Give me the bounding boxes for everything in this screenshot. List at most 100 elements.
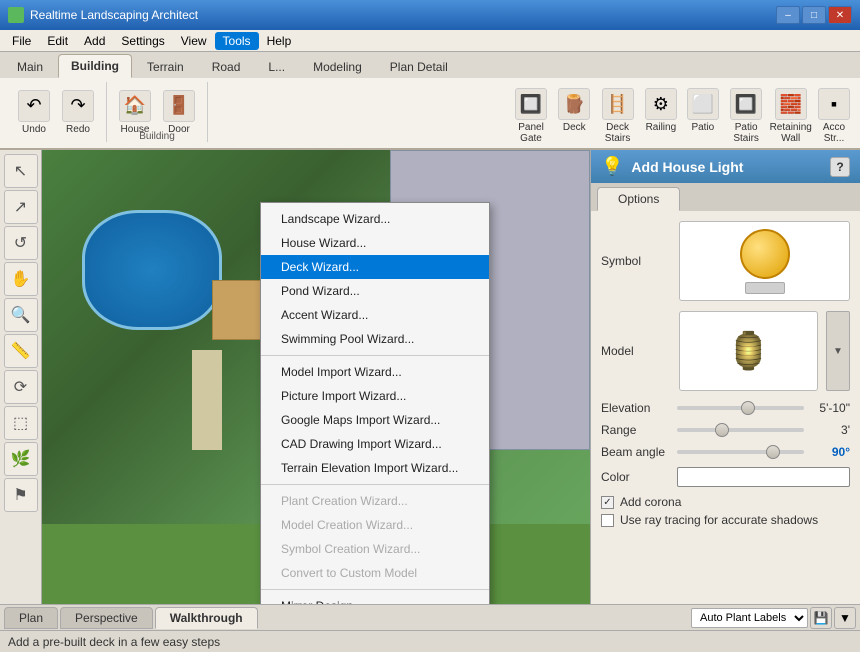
ray-tracing-checkbox[interactable] bbox=[601, 514, 614, 527]
add-corona-label: Add corona bbox=[620, 495, 681, 509]
patio-label: Patio bbox=[691, 122, 714, 133]
ray-tracing-row: Use ray tracing for accurate shadows bbox=[601, 513, 850, 527]
menu-convert-custom-model: Convert to Custom Model bbox=[261, 561, 489, 585]
menu-deck-wizard[interactable]: Deck Wizard... bbox=[261, 255, 489, 279]
range-slider[interactable] bbox=[677, 428, 804, 432]
auto-plant-labels-select[interactable]: Auto Plant Labels Manual Labels No Label… bbox=[691, 608, 808, 628]
ribbon-undo-button[interactable]: ↶ Undo bbox=[14, 88, 54, 137]
ribbon-door-button[interactable]: 🚪 Door bbox=[159, 88, 199, 137]
panel-tabs: Options bbox=[591, 183, 860, 211]
patio-stairs-label: Patio Stairs bbox=[729, 122, 764, 144]
menu-tools[interactable]: Tools bbox=[215, 32, 259, 50]
menu-house-wizard[interactable]: House Wizard... bbox=[261, 231, 489, 255]
panel-help-button[interactable]: ? bbox=[830, 157, 850, 177]
deck-label: Deck bbox=[563, 122, 586, 133]
model-preview[interactable]: 🏮 bbox=[679, 311, 818, 391]
ribbon-items-deck: 🔲 Panel Gate 🪵 Deck 🪜 Deck Stairs ⚙ Rail… bbox=[510, 82, 854, 146]
titlebar: Realtime Landscaping Architect – □ ✕ bbox=[0, 0, 860, 30]
range-thumb[interactable] bbox=[715, 423, 729, 437]
ribbon-house-button[interactable]: 🏠 House bbox=[115, 88, 155, 137]
measure-tool-button[interactable]: 📏 bbox=[4, 334, 38, 368]
beam-angle-slider[interactable] bbox=[677, 450, 804, 454]
settings-small-button[interactable]: ▼ bbox=[834, 607, 856, 629]
undo-icon: ↶ bbox=[18, 90, 50, 122]
ribbon-redo-button[interactable]: ↷ Redo bbox=[58, 88, 98, 137]
tab-perspective[interactable]: Perspective bbox=[60, 607, 153, 629]
plant-tool-button[interactable]: 🌿 bbox=[4, 442, 38, 476]
menu-landscape-wizard[interactable]: Landscape Wizard... bbox=[261, 207, 489, 231]
ribbon-retaining-wall-button[interactable]: 🧱 Retaining Wall bbox=[769, 86, 812, 146]
app-icon bbox=[8, 7, 24, 23]
select-tool-button[interactable]: ↖ bbox=[4, 154, 38, 188]
tab-terrain[interactable]: Terrain bbox=[134, 55, 197, 78]
range-slider-row: Range 3' bbox=[601, 423, 850, 437]
hand-tool-button[interactable]: ✋ bbox=[4, 262, 38, 296]
range-label: Range bbox=[601, 423, 671, 437]
symbol-preview[interactable] bbox=[679, 221, 850, 301]
export-button[interactable]: 💾 bbox=[810, 607, 832, 629]
color-row: Color bbox=[601, 467, 850, 487]
menu-cad-drawing-wizard[interactable]: CAD Drawing Import Wizard... bbox=[261, 432, 489, 456]
flag-tool-button[interactable]: ⚑ bbox=[4, 478, 38, 512]
tab-modeling[interactable]: Modeling bbox=[300, 55, 375, 78]
ribbon-deck-stairs-button[interactable]: 🪜 Deck Stairs bbox=[596, 86, 639, 146]
ribbon-items-undoredo: ↶ Undo ↷ Redo bbox=[14, 82, 98, 142]
tools-dropdown-menu: Landscape Wizard... House Wizard... Deck… bbox=[260, 202, 490, 604]
patio-icon: ⬜ bbox=[687, 88, 719, 120]
menu-view[interactable]: View bbox=[173, 32, 215, 50]
elevation-thumb[interactable] bbox=[741, 401, 755, 415]
menu-file[interactable]: File bbox=[4, 32, 39, 50]
frame-tool-button[interactable]: ⬚ bbox=[4, 406, 38, 440]
model-dropdown-button[interactable]: ▼ bbox=[826, 311, 850, 391]
ribbon-patio-button[interactable]: ⬜ Patio bbox=[683, 86, 723, 135]
tab-road[interactable]: Road bbox=[199, 55, 254, 78]
house-light-icon: 💡 bbox=[601, 156, 623, 177]
maximize-button[interactable]: □ bbox=[802, 6, 826, 24]
menu-accent-wizard[interactable]: Accent Wizard... bbox=[261, 303, 489, 327]
menu-pond-wizard[interactable]: Pond Wizard... bbox=[261, 279, 489, 303]
menu-swimming-pool-wizard[interactable]: Swimming Pool Wizard... bbox=[261, 327, 489, 351]
tab-options-button[interactable]: Options bbox=[597, 187, 680, 211]
tab-plan[interactable]: Plan bbox=[4, 607, 58, 629]
menu-help[interactable]: Help bbox=[259, 32, 300, 50]
menu-add[interactable]: Add bbox=[76, 32, 113, 50]
menu-model-import-wizard[interactable]: Model Import Wizard... bbox=[261, 360, 489, 384]
beam-angle-thumb[interactable] bbox=[766, 445, 780, 459]
tab-main[interactable]: Main bbox=[4, 55, 56, 78]
ribbon-railing-button[interactable]: ⚙ Railing bbox=[641, 86, 681, 135]
menu-google-maps-wizard[interactable]: Google Maps Import Wizard... bbox=[261, 408, 489, 432]
rotate-tool-button[interactable]: ↺ bbox=[4, 226, 38, 260]
add-corona-checkbox[interactable] bbox=[601, 496, 614, 509]
color-swatch[interactable] bbox=[677, 467, 850, 487]
canvas-area[interactable]: Landscape Wizard... House Wizard... Deck… bbox=[42, 150, 590, 604]
undo-label: Undo bbox=[22, 124, 46, 135]
menu-mirror-design[interactable]: Mirror Design... bbox=[261, 594, 489, 604]
pool-element bbox=[82, 210, 222, 330]
panel-header: 💡 Add House Light ? bbox=[591, 150, 860, 183]
panel-title: Add House Light bbox=[631, 159, 743, 175]
statusbar: Add a pre-built deck in a few easy steps bbox=[0, 630, 860, 652]
menu-terrain-elevation-wizard[interactable]: Terrain Elevation Import Wizard... bbox=[261, 456, 489, 480]
patio-stairs-icon: 🔲 bbox=[730, 88, 762, 120]
elevation-slider[interactable] bbox=[677, 406, 804, 410]
ribbon-patio-stairs-button[interactable]: 🔲 Patio Stairs bbox=[725, 86, 768, 146]
elevation-value: 5'-10" bbox=[810, 401, 850, 415]
ribbon-panel-gate-button[interactable]: 🔲 Panel Gate bbox=[510, 86, 553, 146]
tab-plan-detail[interactable]: Plan Detail bbox=[377, 55, 461, 78]
ribbon-deck-button[interactable]: 🪵 Deck bbox=[554, 86, 594, 135]
house-icon: 🏠 bbox=[119, 90, 151, 122]
close-button[interactable]: ✕ bbox=[828, 6, 852, 24]
tab-building[interactable]: Building bbox=[58, 54, 132, 78]
tab-walkthrough[interactable]: Walkthrough bbox=[155, 607, 258, 629]
ribbon: Main Building Terrain Road L... Modeling… bbox=[0, 52, 860, 150]
orbit-tool-button[interactable]: ⟳ bbox=[4, 370, 38, 404]
menu-edit[interactable]: Edit bbox=[39, 32, 76, 50]
tab-l[interactable]: L... bbox=[255, 55, 298, 78]
pan-tool-button[interactable]: ↗ bbox=[4, 190, 38, 224]
minimize-button[interactable]: – bbox=[776, 6, 800, 24]
menu-picture-import-wizard[interactable]: Picture Import Wizard... bbox=[261, 384, 489, 408]
zoom-tool-button[interactable]: 🔍 bbox=[4, 298, 38, 332]
ribbon-tabs: Main Building Terrain Road L... Modeling… bbox=[0, 52, 860, 78]
ribbon-acco-str-button[interactable]: ▪ Acco Str... bbox=[814, 86, 854, 146]
menu-settings[interactable]: Settings bbox=[113, 32, 172, 50]
